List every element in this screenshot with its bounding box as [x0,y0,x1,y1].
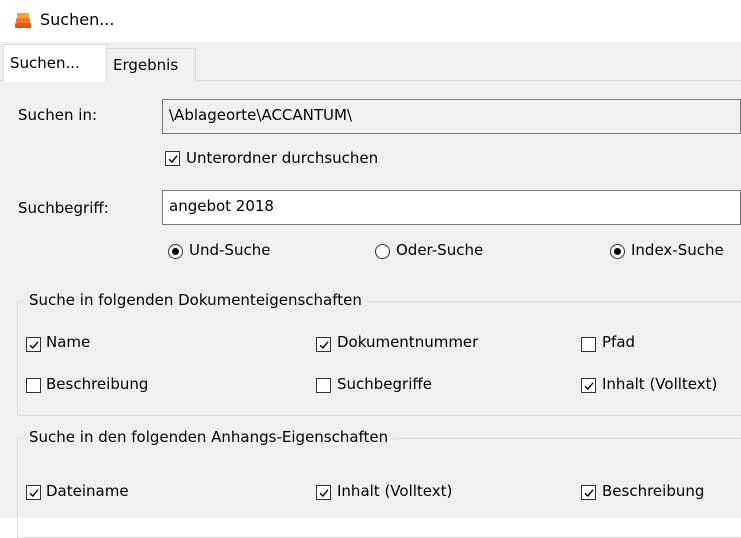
doc-properties-title: Suche in folgenden Dokumenteigenschaften [24,291,367,309]
radio-oder-suche[interactable] [375,244,390,259]
checkmark-icon [168,154,178,163]
checkmark-icon [29,488,39,497]
checkmark-icon [319,488,329,497]
checkbox-suchbegriffe[interactable] [316,378,331,393]
checkbox-pfad[interactable] [581,337,596,352]
app-logo-icon [13,11,33,31]
doc-properties-group [17,301,741,416]
checkmark-icon [584,381,594,390]
checkbox-dokumentnummer-label: Dokumentnummer [337,333,479,351]
checkmark-icon [584,488,594,497]
checkbox-anhang-beschreibung-label: Beschreibung [602,482,705,500]
radio-und-suche[interactable] [168,244,183,259]
checkbox-inhalt-volltext-label: Inhalt (Volltext) [602,375,718,393]
checkbox-beschreibung-label: Beschreibung [46,375,149,393]
search-in-path-field[interactable]: \Ablageorte\ACCANTUM\ [162,99,741,134]
search-term-label: Suchbegriff: [18,199,109,217]
checkbox-dokumentnummer[interactable] [316,337,331,352]
checkbox-dateiname[interactable] [26,485,41,500]
window-title: Suchen... [40,10,115,29]
subfolders-label: Unterordner durchsuchen [186,149,379,167]
search-in-label: Suchen in: [18,106,98,124]
checkbox-inhalt-volltext[interactable] [581,378,596,393]
checkbox-anhang-inhalt-volltext-label: Inhalt (Volltext) [337,482,453,500]
radio-oder-suche-label: Oder-Suche [396,241,484,259]
checkbox-pfad-label: Pfad [602,333,636,351]
tab-suchen[interactable]: Suchen... [3,44,107,82]
checkmark-icon [319,340,329,349]
checkbox-dateiname-label: Dateiname [46,482,129,500]
attachment-properties-title: Suche in den folgenden Anhangs-Eigenscha… [24,428,394,446]
radio-index-suche-label: Index-Suche [631,241,724,259]
radio-und-suche-label: Und-Suche [189,241,271,259]
tab-ergebnis[interactable]: Ergebnis [106,48,196,81]
checkbox-suchbegriffe-label: Suchbegriffe [337,375,432,393]
checkbox-beschreibung[interactable] [26,378,41,393]
checkmark-icon [29,340,39,349]
radio-index-suche[interactable] [610,244,625,259]
checkbox-anhang-inhalt-volltext[interactable] [316,485,331,500]
checkbox-name-label: Name [46,333,91,351]
search-term-input[interactable]: angebot 2018 [162,190,741,225]
checkbox-name[interactable] [26,337,41,352]
subfolders-checkbox[interactable] [165,151,180,166]
checkbox-anhang-beschreibung[interactable] [581,485,596,500]
